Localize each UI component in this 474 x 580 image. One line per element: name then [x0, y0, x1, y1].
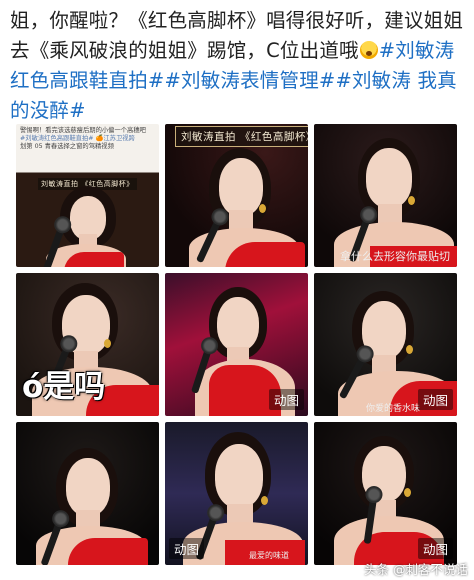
- lyric-subtitle: 最爱的味道: [249, 551, 289, 560]
- scared-face-emoji-icon: [359, 41, 378, 59]
- image-tile-2[interactable]: 刘敏涛直拍 《红色高脚杯》: [165, 124, 308, 267]
- gif-badge: 动图: [268, 389, 304, 410]
- image-tile-7[interactable]: [16, 422, 159, 565]
- meme-caption: ó是吗: [22, 369, 106, 405]
- image-tile-3[interactable]: 拿什么去形容你最贴切: [314, 124, 457, 267]
- tile-caption: 刘敏涛直拍 《红色高脚杯》: [175, 126, 308, 147]
- post-text: 姐，你醒啦？《红色高脚杯》唱得很好听，建议姐姐去《乘风破浪的姐姐》踢馆，C位出道…: [10, 6, 466, 126]
- lyric-subtitle: 你爱的香水味: [366, 404, 421, 414]
- embedded-post-text: 警惕啊！看完该选慈瘦后期的小偏一个高穗吧 #刘敏涛红色高跟鞋直拍# 🍊江苏卫视跨…: [20, 127, 146, 150]
- watermark: 头条 @刺客不说话: [364, 562, 468, 577]
- lyric-subtitle: 拿什么去形容你最贴切: [340, 250, 450, 263]
- image-tile-6[interactable]: 你爱的香水味 动图: [314, 273, 457, 416]
- image-tile-8[interactable]: 最爱的味道 动图: [165, 422, 308, 565]
- gif-badge: 动图: [169, 538, 205, 559]
- image-grid: 警惕啊！看完该选慈瘦后期的小偏一个高穗吧 #刘敏涛红色高跟鞋直拍# 🍊江苏卫视跨…: [16, 124, 460, 570]
- image-tile-1[interactable]: 警惕啊！看完该选慈瘦后期的小偏一个高穗吧 #刘敏涛红色高跟鞋直拍# 🍊江苏卫视跨…: [16, 124, 159, 267]
- image-tile-5[interactable]: 动图: [165, 273, 308, 416]
- gif-badge: 动图: [417, 538, 453, 559]
- image-tile-9[interactable]: 动图: [314, 422, 457, 565]
- hashtag-expression[interactable]: #刘敏涛表情管理#: [164, 69, 335, 92]
- image-tile-4[interactable]: ó是吗: [16, 273, 159, 416]
- gif-badge: 动图: [417, 389, 453, 410]
